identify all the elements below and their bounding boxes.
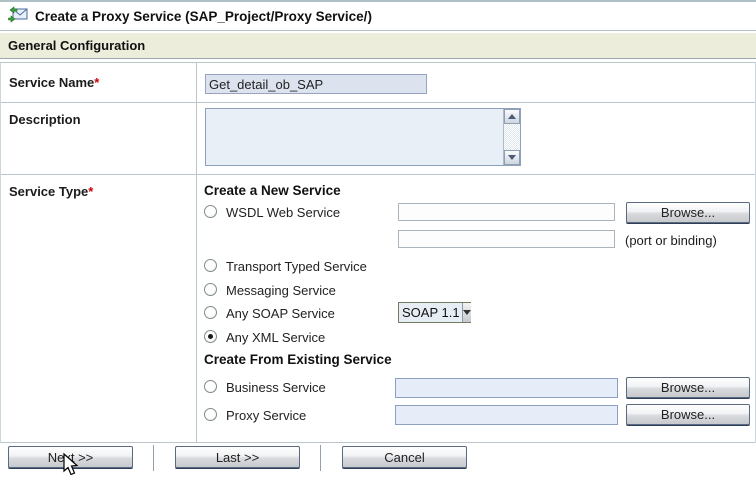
textarea-scrollbar[interactable] (503, 109, 520, 165)
required-asterisk: * (94, 75, 99, 90)
required-asterisk: * (88, 184, 93, 199)
service-type-label: Service Type* (1, 175, 197, 442)
any-xml-service-radio[interactable] (204, 330, 217, 343)
wizard-footer: Next >> Last >> Cancel (0, 443, 756, 481)
wsdl-web-service-radio[interactable] (204, 205, 217, 218)
description-row: Description (1, 103, 755, 175)
scroll-down-icon[interactable] (504, 150, 520, 165)
service-type-row: Service Type* Create a New Service WSDL … (1, 175, 755, 443)
transport-typed-service-radio[interactable] (204, 259, 217, 272)
section-title: General Configuration (8, 38, 145, 53)
service-name-label: Service Name* (1, 63, 197, 102)
port-or-binding-hint: (port or binding) (625, 233, 717, 248)
scroll-up-icon[interactable] (504, 109, 520, 124)
page-title: Create a Proxy Service (SAP_Project/Prox… (35, 9, 372, 24)
create-from-existing-heading: Create From Existing Service (204, 352, 392, 367)
page-header: Create a Proxy Service (SAP_Project/Prox… (0, 2, 756, 31)
messaging-service-label: Messaging Service (226, 283, 336, 298)
description-label: Description (1, 103, 197, 174)
proxy-service-label: Proxy Service (226, 408, 306, 423)
any-soap-service-radio[interactable] (204, 306, 217, 319)
any-soap-service-label: Any SOAP Service (226, 306, 335, 321)
wsdl-web-service-label: WSDL Web Service (226, 205, 340, 220)
messaging-service-radio[interactable] (204, 283, 217, 296)
business-service-input[interactable] (395, 378, 618, 398)
footer-divider (153, 445, 154, 471)
proxy-service-icon (8, 6, 28, 26)
service-name-row: Service Name* (1, 63, 755, 103)
proxy-service-input[interactable] (395, 405, 618, 425)
create-new-service-heading: Create a New Service (204, 183, 341, 198)
general-configuration-form: Service Name* Description (0, 62, 756, 443)
last-button[interactable]: Last >> (175, 446, 300, 468)
any-xml-service-label: Any XML Service (226, 330, 325, 345)
proxy-service-browse-button[interactable]: Browse... (626, 404, 750, 425)
business-service-radio[interactable] (204, 380, 217, 393)
business-service-browse-button[interactable]: Browse... (626, 377, 750, 398)
transport-typed-service-label: Transport Typed Service (226, 259, 367, 274)
mouse-cursor-icon (58, 452, 80, 483)
wsdl-browse-button[interactable]: Browse... (626, 202, 750, 223)
business-service-label: Business Service (226, 380, 326, 395)
section-header-general-configuration: General Configuration (0, 33, 756, 59)
wsdl-url-input[interactable] (398, 203, 615, 221)
cancel-button[interactable]: Cancel (342, 446, 467, 468)
footer-divider (320, 445, 321, 471)
chevron-down-icon[interactable] (462, 303, 471, 322)
soap-version-select[interactable]: SOAP 1.1 (398, 302, 471, 323)
create-proxy-service-page: Create a Proxy Service (SAP_Project/Prox… (0, 0, 756, 483)
service-name-input[interactable] (205, 74, 427, 94)
wsdl-port-binding-input[interactable] (398, 230, 615, 248)
proxy-service-radio[interactable] (204, 408, 217, 421)
soap-version-value: SOAP 1.1 (399, 303, 462, 322)
description-textarea[interactable] (205, 108, 521, 166)
